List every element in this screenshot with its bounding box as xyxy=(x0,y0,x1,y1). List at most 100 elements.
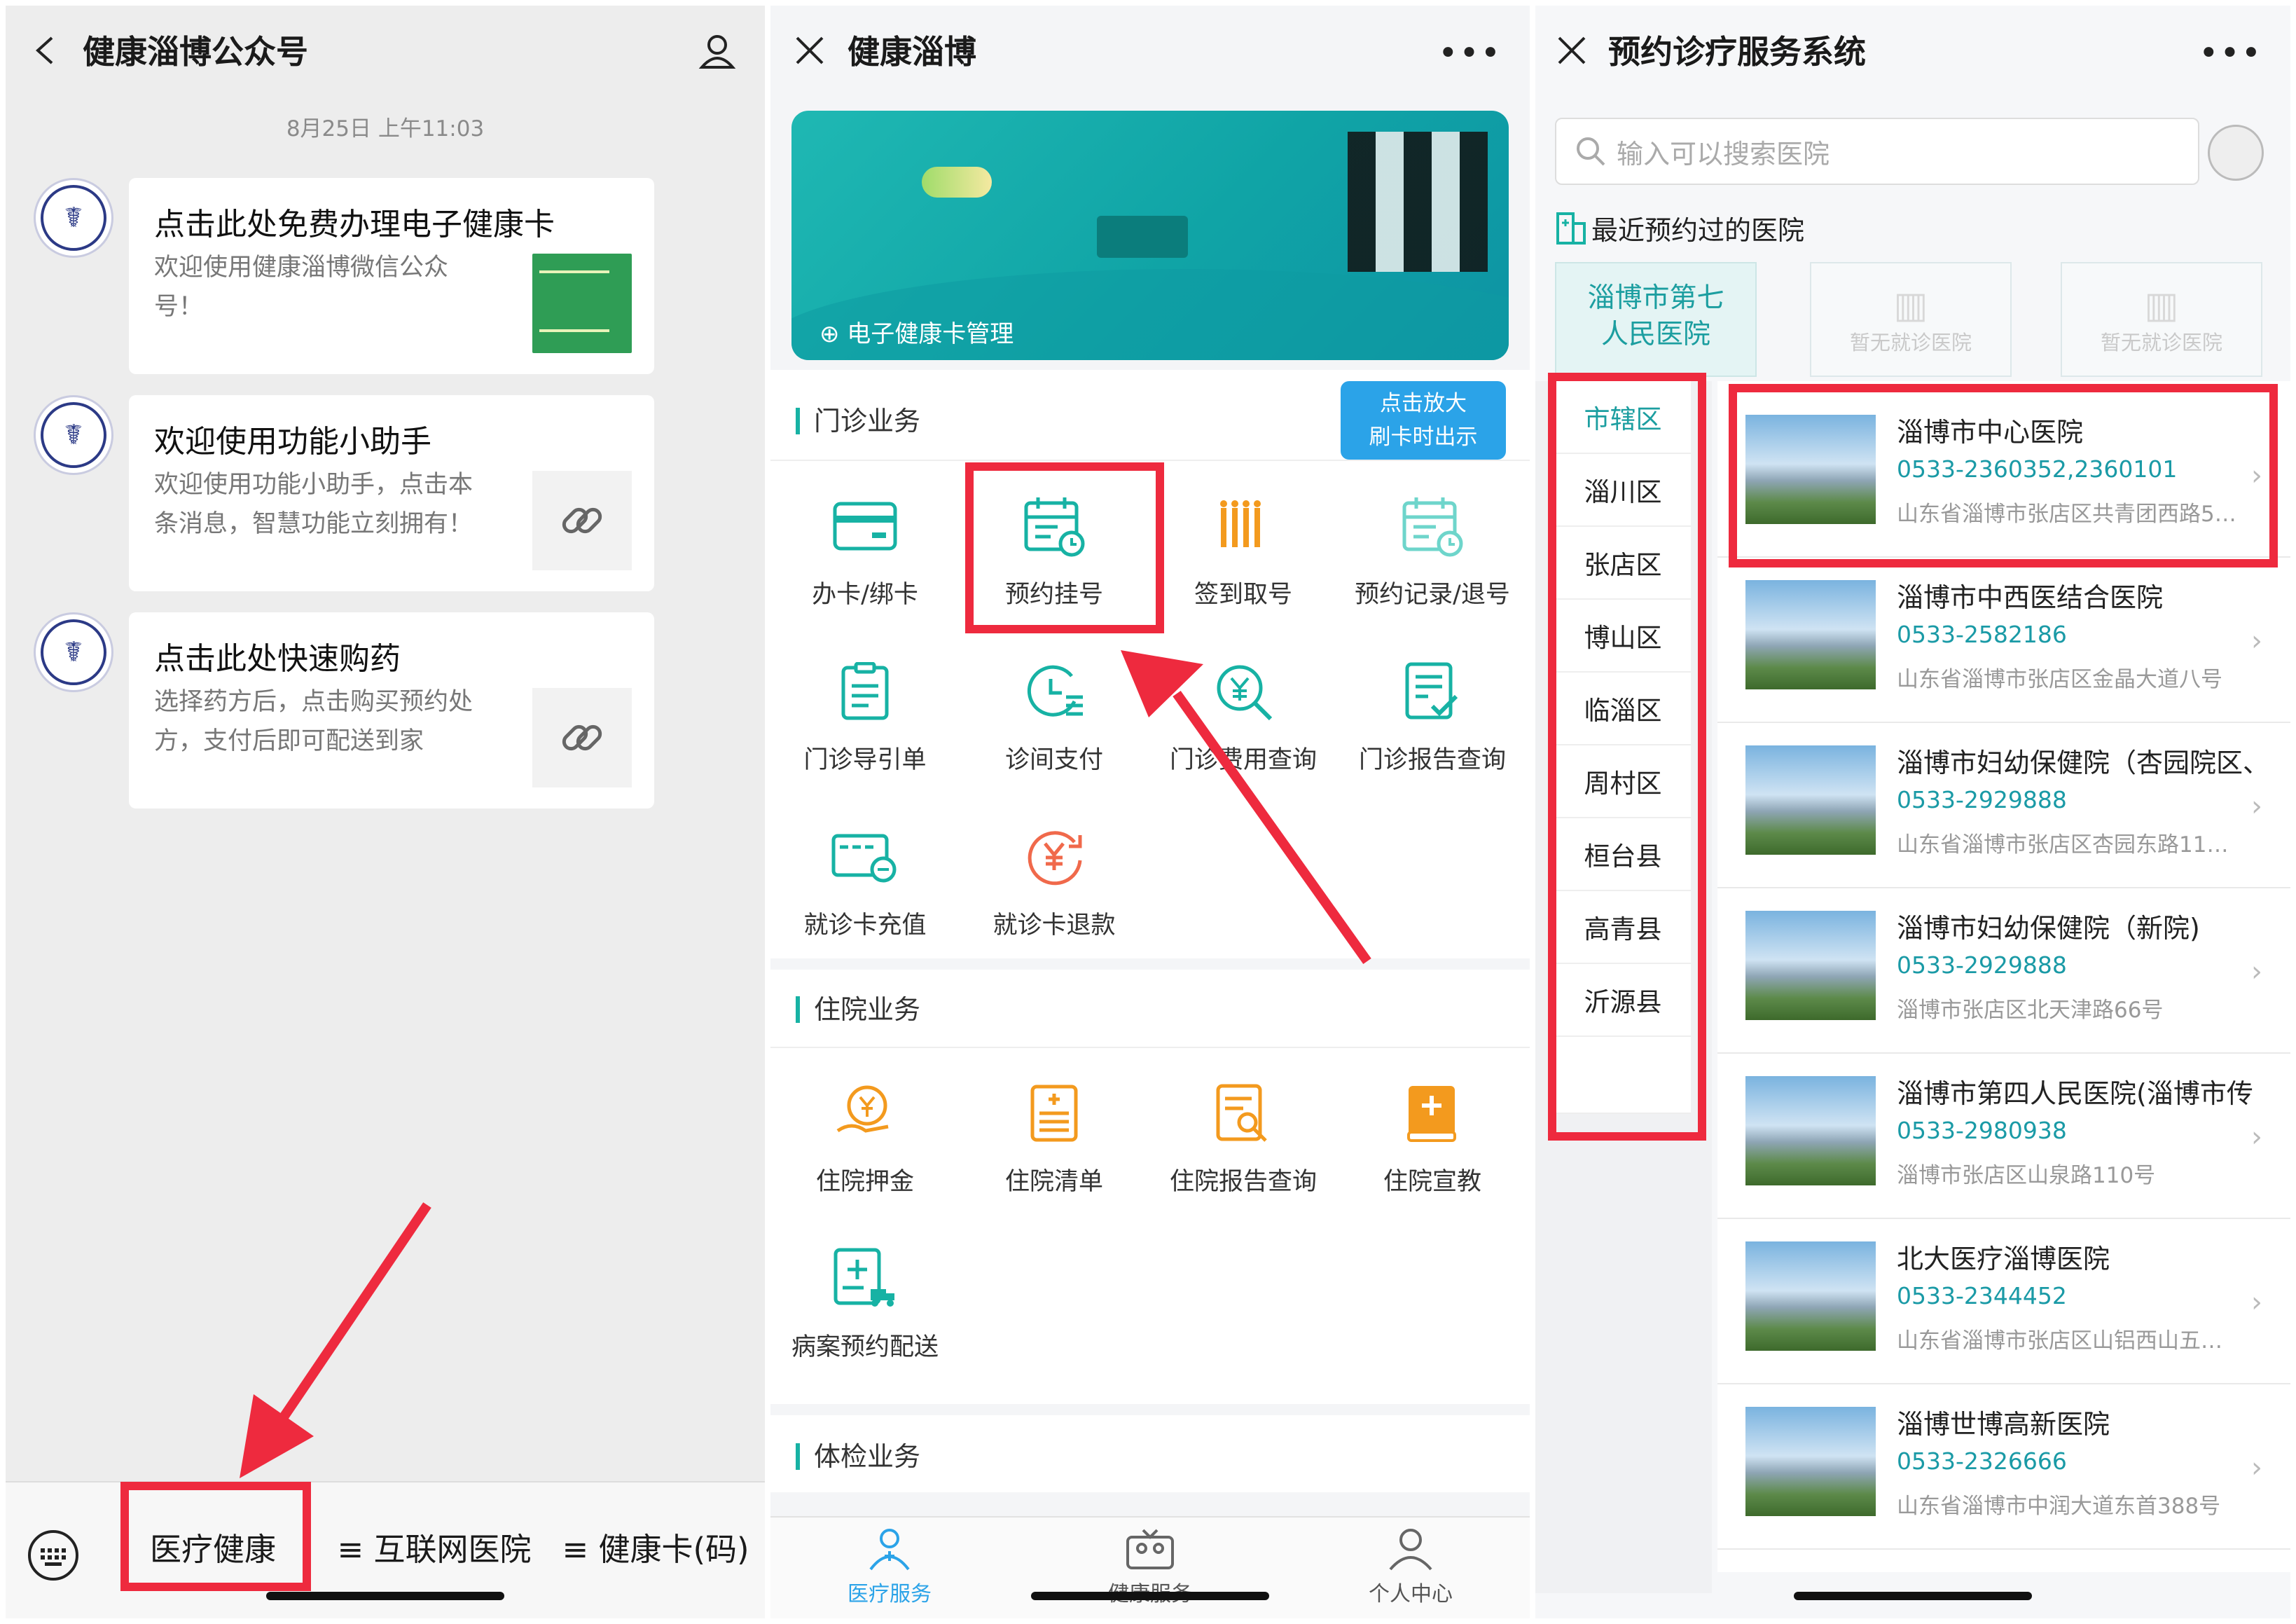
wechat-official-account-panel: 健康淄博公众号 8月25日 上午11:03 ☤ 点击此处免费办理电子健康卡 欢迎… xyxy=(6,6,765,1618)
hospital-phone: 0533-2326666 xyxy=(1897,1447,2067,1475)
more-icon[interactable]: ••• xyxy=(1438,34,1502,73)
inpatient-deposit-button[interactable]: 住院押金 xyxy=(770,1075,960,1197)
inpatient-section: 住院业务 住院押金 住院清单 住院报告查询 住院宣教 病案预约配送 xyxy=(770,970,1530,1404)
item-label: 就诊卡充值 xyxy=(803,911,927,940)
card-recharge-icon xyxy=(827,818,904,895)
p1-topbar: 健康淄博公众号 xyxy=(6,6,765,94)
message-title: 点击此处快速购药 xyxy=(154,641,401,677)
card-bind-button[interactable]: 办卡/绑卡 xyxy=(770,488,960,610)
yuan-search-icon xyxy=(1205,653,1282,730)
card-icon xyxy=(827,488,904,565)
fee-query-button[interactable]: 门诊费用查询 xyxy=(1149,653,1338,776)
chevron-right-icon: › xyxy=(2251,1121,2262,1153)
hospital-photo xyxy=(1745,1407,1876,1516)
nav-label: 个人中心 xyxy=(1369,1582,1453,1606)
hospital-address: 山东省淄博市张店区杏园东路11… xyxy=(1897,832,2229,858)
chevron-right-icon: › xyxy=(2251,625,2262,657)
bottom-nav: 医疗服务 健康服务 个人中心 xyxy=(770,1516,1530,1618)
highlight-box xyxy=(965,462,1164,633)
keyboard-icon[interactable] xyxy=(25,1527,81,1583)
recent-hospital-card[interactable]: 淄博市第七人民医院 xyxy=(1555,262,1757,377)
hospital-item[interactable]: 淄博世博高新医院 0533-2326666 山东省淄博市中润大道东首388号 › xyxy=(1717,1384,2290,1550)
menu-internet-hospital[interactable]: ≡ 互联网医院 xyxy=(329,1512,539,1581)
user-avatar-icon[interactable] xyxy=(2208,125,2264,181)
hospital-name: 淄博市第四人民医院(淄博市传 xyxy=(1897,1078,2253,1109)
hospital-phone: 0533-2929888 xyxy=(1897,786,2067,813)
hospital-phone: 0533-2929888 xyxy=(1897,951,2067,979)
highlight-box xyxy=(120,1482,311,1591)
link-icon xyxy=(532,688,632,787)
appointment-records-button[interactable]: 预约记录/退号 xyxy=(1338,488,1527,610)
back-icon[interactable] xyxy=(32,35,56,66)
family-icon xyxy=(1126,1529,1174,1569)
inpatient-education-button[interactable]: 住院宣教 xyxy=(1338,1075,1527,1197)
search-icon xyxy=(1577,137,1605,166)
hospital-name: 淄博市中西医结合医院 xyxy=(1897,582,2164,613)
chevron-right-icon: › xyxy=(2251,1452,2262,1484)
recent-hospital-empty: ▥ 暂无就诊医院 xyxy=(1810,262,2012,377)
nav-personal-center[interactable]: 个人中心 xyxy=(1327,1527,1495,1607)
guide-sheet-button[interactable]: 门诊导引单 xyxy=(770,653,960,776)
hospital-item[interactable]: 北大医疗淄博医院 0533-2344452 山东省淄博市张店区山铝西山五… › xyxy=(1717,1219,2290,1384)
health-card[interactable]: ⊕ 电子健康卡管理 xyxy=(791,111,1509,360)
highlight-box xyxy=(1548,373,1706,1141)
medical-record-truck-icon xyxy=(827,1240,904,1317)
hospital-photo xyxy=(1745,1076,1876,1185)
hospital-item[interactable]: 淄博市妇幼保健院（新院) 0533-2929888 淄博市张店区北天津路66号 … xyxy=(1717,888,2290,1054)
checkup-section: 体检业务 xyxy=(770,1415,1530,1492)
inpatient-report-button[interactable]: 住院报告查询 xyxy=(1149,1075,1338,1197)
close-icon[interactable] xyxy=(794,35,825,66)
link-icon xyxy=(532,471,632,570)
home-indicator xyxy=(1794,1592,2032,1600)
clinic-payment-button[interactable]: 诊间支付 xyxy=(960,653,1149,776)
message-thumbnail xyxy=(532,254,632,353)
profile-icon[interactable] xyxy=(698,31,737,70)
hospital-address: 山东省淄博市张店区山铝西山五… xyxy=(1897,1328,2222,1354)
recent-empty-label: 暂无就诊医院 xyxy=(2100,331,2222,355)
zoom-tip[interactable]: 点击放大 刷卡时出示 xyxy=(1341,381,1506,460)
item-label: 签到取号 xyxy=(1194,581,1292,609)
menu-health-card[interactable]: ≡ 健康卡(码) xyxy=(555,1512,756,1581)
item-label: 门诊导引单 xyxy=(803,746,927,774)
card-manage-link[interactable]: ⊕ 电子健康卡管理 xyxy=(819,315,1014,349)
inpatient-list-button[interactable]: 住院清单 xyxy=(960,1075,1149,1197)
nav-medical-service[interactable]: 医疗服务 xyxy=(805,1527,974,1607)
more-icon[interactable]: ••• xyxy=(2199,34,2262,73)
report-query-button[interactable]: 门诊报告查询 xyxy=(1338,653,1527,776)
search-input[interactable]: 输入可以搜索医院 xyxy=(1555,118,2199,185)
hospital-item[interactable]: 淄博市妇幼保健院（杏园院区、 0533-2929888 山东省淄博市张店区杏园东… xyxy=(1717,723,2290,888)
person-icon xyxy=(1389,1529,1432,1571)
chevron-right-icon: › xyxy=(2251,790,2262,823)
hospital-address: 山东省淄博市张店区金晶大道八号 xyxy=(1897,667,2222,692)
hospital-item[interactable]: 淄博市中西医结合医院 0533-2582186 山东省淄博市张店区金晶大道八号 … xyxy=(1717,558,2290,723)
nav-label: 医疗服务 xyxy=(848,1582,932,1606)
item-label: 住院清单 xyxy=(1004,1168,1103,1196)
qr-code[interactable] xyxy=(1348,132,1488,272)
hospital-photo xyxy=(1745,580,1876,689)
recent-hospital-name: 淄博市第七人民医院 xyxy=(1587,282,1724,350)
yuan-refund-icon xyxy=(1016,818,1093,895)
doctor-icon xyxy=(869,1529,910,1571)
calendar-clock-icon xyxy=(1394,488,1471,565)
hospital-name: 淄博世博高新医院 xyxy=(1897,1409,2110,1440)
building-icon: ▥ xyxy=(1893,284,1928,326)
close-icon[interactable] xyxy=(1556,35,1587,66)
message-desc: 选择药方后，点击购买预约处方，支付后即可配送到家 xyxy=(154,688,473,755)
item-label: 病案预约配送 xyxy=(791,1333,939,1361)
section-title: 门诊业务 xyxy=(796,408,920,434)
page-title: 健康淄博 xyxy=(848,33,976,71)
item-label: 门诊报告查询 xyxy=(1358,746,1506,774)
item-label: 住院宣教 xyxy=(1383,1168,1481,1196)
hospital-item[interactable]: 淄博市第四人民医院(淄博市传 0533-2980938 淄博市张店区山泉路110… xyxy=(1717,1054,2290,1219)
avatar: ☤ xyxy=(34,178,113,258)
hospital-name: 淄博市妇幼保健院（杏园院区、 xyxy=(1897,748,2270,778)
avatar: ☤ xyxy=(34,612,113,692)
card-recharge-button[interactable]: 就诊卡充值 xyxy=(770,818,960,941)
card-refund-button[interactable]: 就诊卡退款 xyxy=(960,818,1149,941)
card-manage-label: 电子健康卡管理 xyxy=(847,320,1014,348)
record-delivery-button[interactable]: 病案预约配送 xyxy=(770,1240,960,1363)
chevron-right-icon: › xyxy=(2251,956,2262,988)
check-in-button[interactable]: 签到取号 xyxy=(1149,488,1338,610)
hospital-photo xyxy=(1745,745,1876,855)
home-indicator xyxy=(266,1592,504,1600)
